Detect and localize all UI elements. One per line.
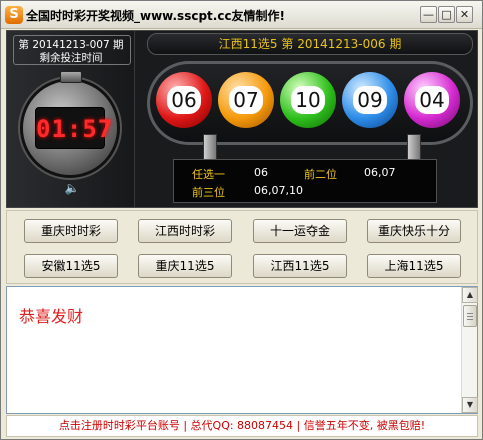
lottery-ball: 04 <box>404 72 460 128</box>
draw-panel: 第 20141213-007 期 剩余投注时间 01:57 🔈 江西11选5 第… <box>6 30 478 208</box>
result-value-first-two: 06,07 <box>364 166 396 179</box>
countdown-panel: 第 20141213-007 期 剩余投注时间 01:57 🔈 <box>7 31 135 207</box>
result-value-pick-one: 06 <box>254 166 268 179</box>
title-bar[interactable]: S 全国时时彩开奖视频_www.sscpt.cc友情制作! — □ ✕ <box>1 1 482 29</box>
result-label-first-three: 前三位 <box>192 186 225 199</box>
pipe-right <box>407 134 421 160</box>
message-text: 恭喜发财 <box>19 307 84 326</box>
grip-line <box>467 319 473 320</box>
ball-number: 09 <box>353 86 387 114</box>
scroll-up-arrow-icon[interactable]: ▲ <box>462 287 478 303</box>
ball-number: 04 <box>415 86 449 114</box>
window-title: 全国时时彩开奖视频_www.sscpt.cc友情制作! <box>26 9 286 23</box>
lottery-button-11-yun[interactable]: 十一运夺金 <box>253 219 347 243</box>
maximize-button[interactable]: □ <box>438 6 455 23</box>
close-button[interactable]: ✕ <box>456 6 473 23</box>
lottery-button-cq-ssc[interactable]: 重庆时时彩 <box>24 219 118 243</box>
lottery-button-group: 重庆时时彩 江西时时彩 十一运夺金 重庆快乐十分 安徽11选5 重庆11选5 江… <box>6 210 478 284</box>
lottery-button-jx-11x5[interactable]: 江西11选5 <box>253 254 347 278</box>
lottery-ball: 07 <box>218 72 274 128</box>
grip-line <box>467 313 473 314</box>
app-icon: S <box>5 6 23 24</box>
ball-number: 06 <box>167 86 201 114</box>
vertical-scrollbar[interactable]: ▲ ▼ <box>461 287 478 413</box>
remaining-time-label: 剩余投注时间 <box>39 52 103 64</box>
lottery-ball: 06 <box>156 72 212 128</box>
register-link-footer[interactable]: 点击注册时时彩平台账号 | 总代QQ: 88087454 | 信誉五年不变, 被… <box>6 415 478 437</box>
speaker-icon[interactable]: 🔈 <box>60 181 84 195</box>
result-display: 任选一 06 前二位 06,07 前三位 06,07,10 <box>173 159 437 203</box>
lottery-button-jx-ssc[interactable]: 江西时时彩 <box>138 219 232 243</box>
stopwatch-knob <box>60 71 82 83</box>
lottery-button-cq-kl10[interactable]: 重庆快乐十分 <box>367 219 461 243</box>
result-label-first-two: 前二位 <box>304 168 337 181</box>
ball-number: 10 <box>291 86 325 114</box>
ball-tray: 06 07 10 09 04 <box>147 61 473 145</box>
result-label-pick-one: 任选一 <box>192 168 225 181</box>
minimize-button[interactable]: — <box>420 6 437 23</box>
countdown-timer: 01:57 <box>35 107 112 149</box>
result-value-first-three: 06,07,10 <box>254 184 303 197</box>
lottery-button-cq-11x5[interactable]: 重庆11选5 <box>138 254 232 278</box>
app-window: S 全国时时彩开奖视频_www.sscpt.cc友情制作! — □ ✕ 第 20… <box>0 0 483 440</box>
message-textarea[interactable]: 恭喜发财 ▲ ▼ <box>6 286 478 414</box>
pipe-left <box>203 134 217 160</box>
lottery-button-ah-11x5[interactable]: 安徽11选5 <box>24 254 118 278</box>
scroll-down-arrow-icon[interactable]: ▼ <box>462 397 478 413</box>
grip-line <box>467 316 473 317</box>
lottery-ball: 09 <box>342 72 398 128</box>
lottery-ball: 10 <box>280 72 336 128</box>
lottery-button-sh-11x5[interactable]: 上海11选5 <box>367 254 461 278</box>
ball-number: 07 <box>229 86 263 114</box>
scrollbar-thumb[interactable] <box>463 305 477 327</box>
draw-header: 江西11选5 第 20141213-006 期 <box>147 33 473 55</box>
stopwatch-icon: 01:57 <box>23 81 117 175</box>
